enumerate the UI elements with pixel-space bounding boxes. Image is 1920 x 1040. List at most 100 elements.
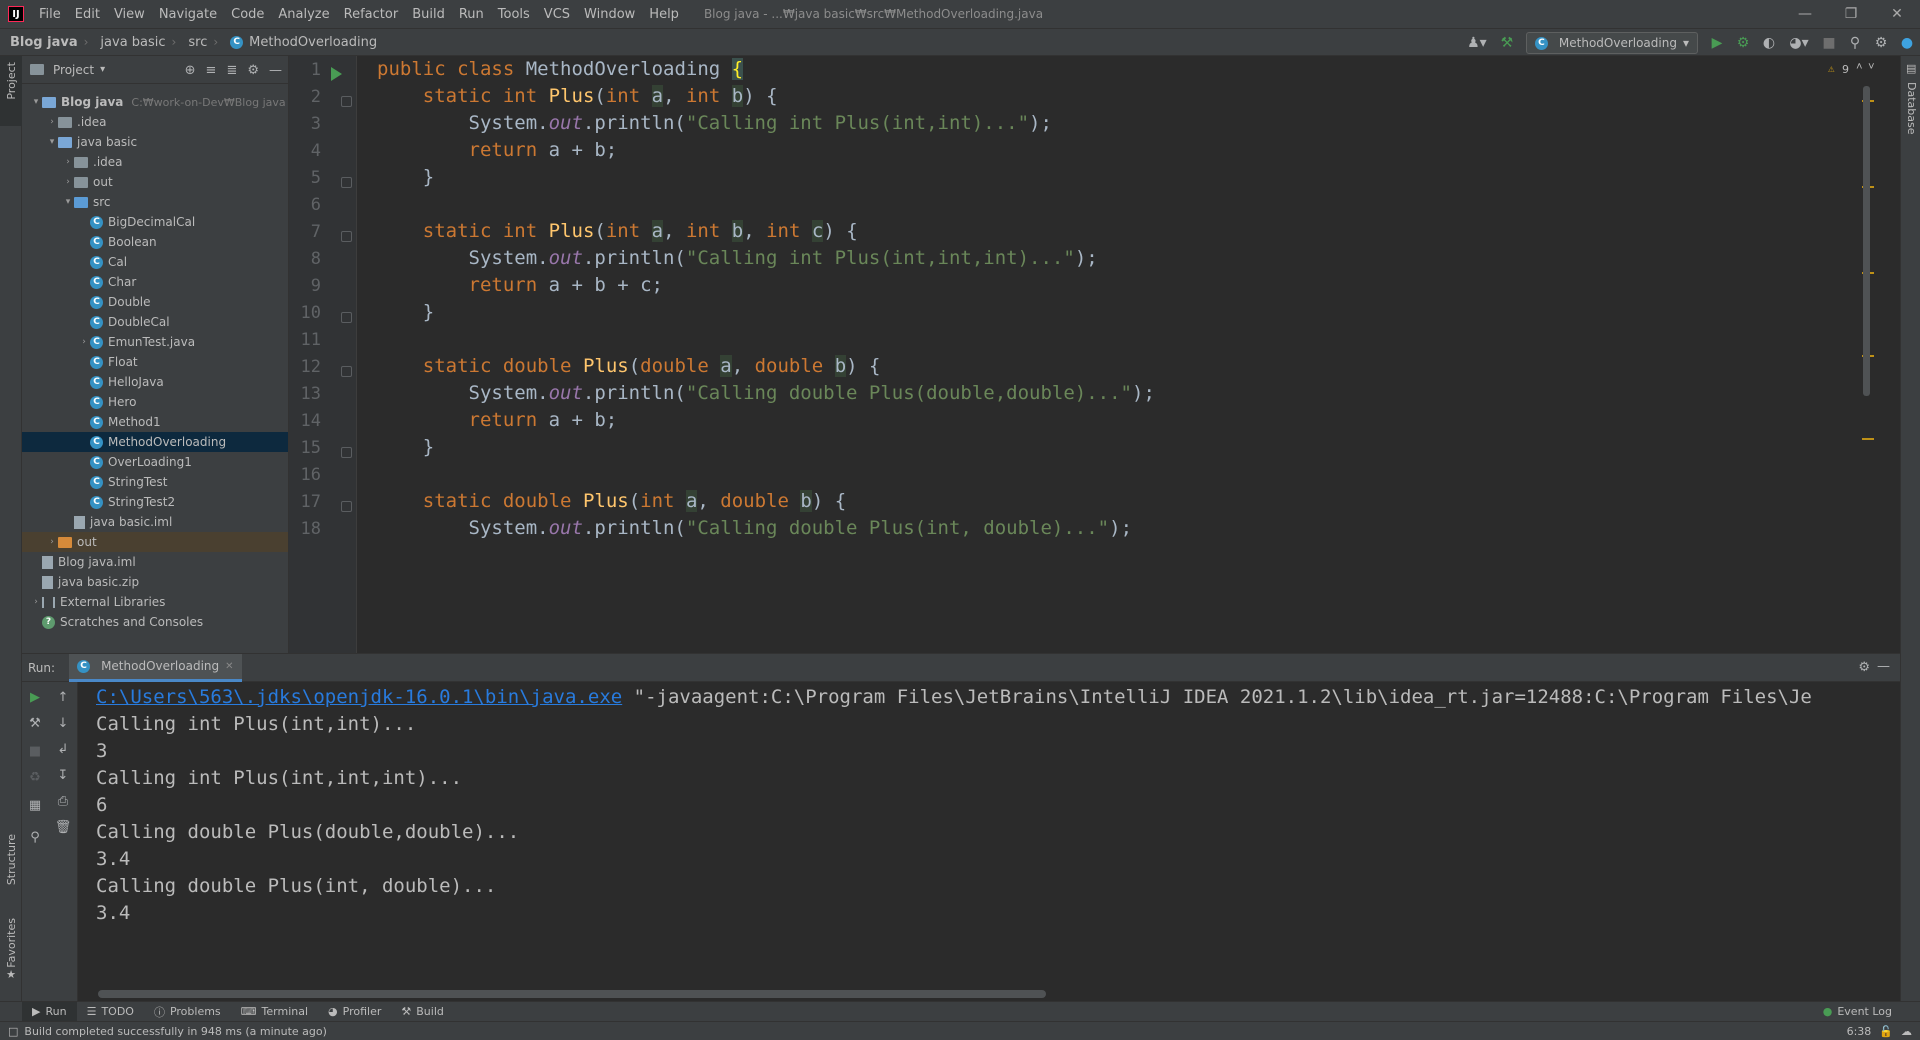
menu-tools[interactable]: Tools	[491, 7, 537, 22]
chevron-right-icon[interactable]: ›	[78, 337, 90, 347]
event-log-button[interactable]: ● Event Log	[1813, 1002, 1902, 1022]
editor-scrollbar[interactable]	[1863, 86, 1870, 396]
tab-run[interactable]: ▶ Run	[22, 1001, 77, 1022]
tree-item[interactable]: › .idea	[22, 152, 288, 172]
tree-item[interactable]: › out	[22, 172, 288, 192]
code-line[interactable]: static double Plus(int a, double b) {	[377, 490, 846, 512]
code-line[interactable]: System.out.println("Calling double Plus(…	[377, 382, 1155, 404]
tree-item[interactable]: › .idea	[22, 112, 288, 132]
tree-item[interactable]: C Hero	[22, 392, 288, 412]
previous-highlight-icon[interactable]: ˄	[1856, 60, 1863, 74]
tree-item[interactable]: › C EmunTest.java	[22, 332, 288, 352]
chevron-right-icon[interactable]: ›	[30, 597, 42, 607]
java-exe-link[interactable]: C:\Users\563\.jdks\openjdk-16.0.1\bin\ja…	[96, 686, 622, 708]
code-line[interactable]: System.out.println("Calling int Plus(int…	[377, 247, 1098, 269]
build-hammer-icon[interactable]: ⚒	[1494, 30, 1520, 56]
database-tool-tab[interactable]: Database	[1905, 82, 1918, 135]
gear-icon[interactable]: ⚙	[247, 63, 259, 78]
tree-item[interactable]: C HelloJava	[22, 372, 288, 392]
tree-item[interactable]: C Cal	[22, 252, 288, 272]
menu-file[interactable]: File	[32, 7, 68, 22]
code-line[interactable]: return a + b;	[377, 139, 618, 161]
tab-profiler[interactable]: ◕ Profiler	[318, 1002, 391, 1022]
warning-marker[interactable]	[1862, 438, 1874, 440]
breadcrumb-class[interactable]: C MethodOverloading	[220, 35, 379, 50]
chevron-right-icon[interactable]: ›	[62, 157, 74, 167]
run-configuration-select[interactable]: C MethodOverloading ▾	[1525, 32, 1698, 54]
tree-item[interactable]: C Double	[22, 292, 288, 312]
chevron-right-icon[interactable]: ›	[46, 537, 58, 547]
code-line[interactable]: static double Plus(double a, double b) {	[377, 355, 880, 377]
console-output[interactable]: C:\Users\563\.jdks\openjdk-16.0.1\bin\ja…	[88, 682, 1900, 982]
restore-layout-icon[interactable]: ♻	[24, 766, 46, 788]
breadcrumb-project[interactable]: Blog java ›	[0, 35, 90, 50]
code-line[interactable]: }	[377, 301, 434, 323]
scroll-to-end-icon[interactable]: ↧	[52, 764, 74, 786]
profile-icon[interactable]: ◕▾	[1782, 30, 1816, 56]
fold-marker-icon[interactable]	[341, 366, 352, 377]
fold-marker-icon[interactable]	[341, 231, 352, 242]
fold-marker-icon[interactable]	[341, 177, 352, 188]
close-tab-icon[interactable]: ✕	[225, 661, 233, 672]
tree-item[interactable]: C StringTest	[22, 472, 288, 492]
wrench-icon[interactable]: ⚒	[24, 712, 46, 734]
tree-item[interactable]: ▾ Blog java C:₩work-on-Dev₩Blog java	[22, 92, 288, 112]
code-editor[interactable]: 1 2 3 4 5 6 7 8 9 10 11 12 13 14 15 16 17 18 public class…	[289, 56, 1880, 653]
project-tool-tab[interactable]: Project	[0, 56, 22, 126]
hide-icon[interactable]: —	[1877, 659, 1890, 674]
expand-all-icon[interactable]: ≡	[206, 63, 217, 78]
lock-icon[interactable]: 🔓	[1879, 1025, 1893, 1038]
stop-icon[interactable]: ■	[24, 740, 46, 762]
collapse-all-icon[interactable]: ≣	[226, 63, 237, 78]
minimize-icon[interactable]: —	[1782, 0, 1828, 28]
status-toggle-icon[interactable]: □	[8, 1025, 18, 1038]
tree-item[interactable]: java basic.iml	[22, 512, 288, 532]
warning-icon[interactable]: ⚠	[1828, 62, 1835, 75]
menu-navigate[interactable]: Navigate	[152, 7, 224, 22]
code-line[interactable]: }	[377, 166, 434, 188]
code-line[interactable]: System.out.println("Calling double Plus(…	[377, 517, 1133, 539]
menu-build[interactable]: Build	[405, 7, 452, 22]
fold-marker-icon[interactable]	[341, 501, 352, 512]
project-view-select[interactable]: Project	[53, 63, 94, 77]
tab-terminal[interactable]: ⌨ Terminal	[231, 1002, 318, 1022]
tree-item[interactable]: C Float	[22, 352, 288, 372]
next-highlight-icon[interactable]: ˅	[1868, 60, 1875, 74]
stop-icon[interactable]: ■	[1816, 30, 1842, 56]
tab-problems[interactable]: ⓘ Problems	[144, 1002, 231, 1022]
code-line[interactable]: static int Plus(int a, int b, int c) {	[377, 220, 858, 242]
locate-icon[interactable]: ⊕	[185, 63, 196, 78]
chevron-down-icon[interactable]: ▾	[30, 97, 42, 107]
menu-code[interactable]: Code	[224, 7, 271, 22]
pin-icon[interactable]: ⚲	[24, 826, 46, 848]
breadcrumb-src[interactable]: src ›	[178, 35, 220, 50]
down-arrow-icon[interactable]: ↓	[52, 712, 74, 734]
tree-item[interactable]: C DoubleCal	[22, 312, 288, 332]
menu-help[interactable]: Help	[642, 7, 686, 22]
structure-tool-tab[interactable]: Structure	[0, 834, 22, 904]
user-icon[interactable]: ♟▾	[1460, 30, 1494, 56]
run-gutter-icon[interactable]	[331, 67, 342, 81]
up-arrow-icon[interactable]: ↑	[52, 686, 74, 708]
gear-icon[interactable]: ⚙	[1858, 660, 1870, 675]
soft-wrap-icon[interactable]: ↲	[52, 738, 74, 760]
tree-item[interactable]: ? Scratches and Consoles	[22, 612, 288, 632]
code-line[interactable]: }	[377, 436, 434, 458]
trash-icon[interactable]: 🗑	[52, 816, 74, 838]
run-icon[interactable]: ▶	[1704, 30, 1730, 56]
tree-item[interactable]: C Char	[22, 272, 288, 292]
debug-icon[interactable]: ⚙	[1730, 30, 1756, 56]
tree-item[interactable]: C StringTest2	[22, 492, 288, 512]
code-line[interactable]: return a + b;	[377, 409, 618, 431]
tree-item[interactable]: C MethodOverloading	[22, 432, 288, 452]
menu-window[interactable]: Window	[577, 7, 642, 22]
tab-build[interactable]: ⚒ Build	[391, 1002, 454, 1022]
restore-icon[interactable]: ❐	[1828, 0, 1874, 28]
warning-count[interactable]: 9	[1842, 63, 1849, 76]
tree-item[interactable]: C Method1	[22, 412, 288, 432]
tree-item[interactable]: › out	[22, 532, 288, 552]
tree-item[interactable]: C OverLoading1	[22, 452, 288, 472]
rerun-icon[interactable]: ▶	[24, 686, 46, 708]
chevron-right-icon[interactable]: ›	[62, 177, 74, 187]
code-line[interactable]: public class MethodOverloading {	[377, 58, 744, 80]
